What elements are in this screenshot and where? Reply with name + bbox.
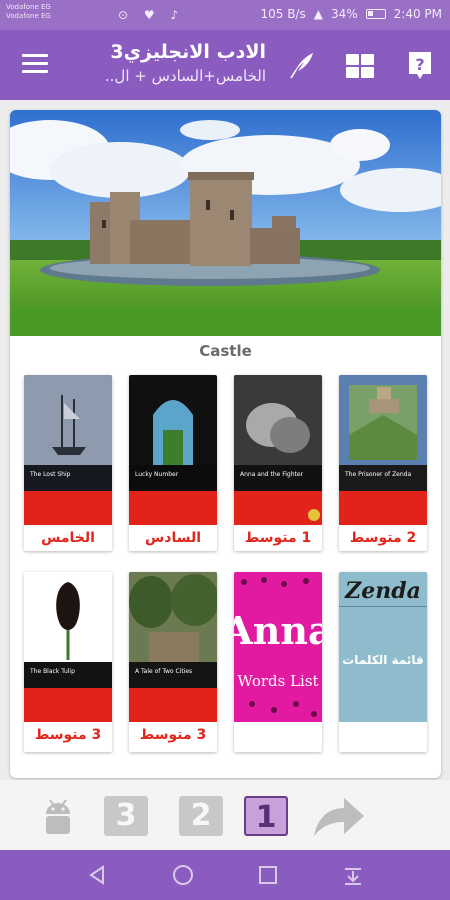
book-card[interactable]: Anna and the Fighter 1 متوسط (234, 375, 322, 551)
grid-icon-cell (346, 67, 359, 78)
forward-button[interactable] (312, 792, 364, 840)
page-3-button[interactable]: 3 (104, 796, 148, 836)
book-label: الخامس (41, 530, 95, 546)
help-icon: ? (409, 52, 431, 79)
book-label: 1 متوسط (244, 530, 312, 546)
content-card: Castle The Prisoner of Zenda 2 متوسط Ann… (10, 110, 441, 778)
book-card[interactable]: Zenda قائمة الكلمات (339, 572, 427, 752)
quill-icon (290, 53, 313, 79)
system-nav-bar (0, 850, 450, 900)
status-right: 105 B/s ▲ 34% 2:40 PM (260, 7, 442, 21)
cover-title: The Prisoner of Zenda (344, 471, 411, 478)
clock: 2:40 PM (393, 7, 442, 21)
book-cover: A Tale of Two Cities (129, 572, 217, 722)
notification-icons: ⊙ ♥ ♪ (118, 8, 185, 22)
book-cover: Anna Words List (234, 572, 322, 722)
notification-pull-icon[interactable] (341, 863, 365, 887)
book-card[interactable]: The Black Tulip 3 متوسط (24, 572, 112, 752)
carrier-line-2: Vodafone EG (6, 12, 51, 20)
quill-button[interactable] (286, 50, 316, 80)
menu-button[interactable] (22, 54, 48, 74)
network-speed: 105 B/s (260, 7, 306, 21)
battery-icon (365, 9, 386, 19)
book-label: 2 متوسط (349, 530, 417, 546)
book-label: 3 متوسط (139, 727, 207, 743)
main-content: Castle The Prisoner of Zenda 2 متوسط Ann… (0, 100, 450, 780)
cover-title: Lucky Number (135, 471, 179, 478)
home-icon[interactable] (171, 863, 195, 887)
bottom-toolbar: 3 2 1 (0, 780, 450, 850)
book-cover: Zenda قائمة الكلمات (339, 572, 427, 722)
book-card[interactable]: Anna Words List (234, 572, 322, 752)
cover-title: Zenda (344, 578, 421, 604)
app-titles: الادب الانجليزي3 الخامس+السادس + ال.. (86, 40, 266, 88)
cover-subtitle: قائمة الكلمات (342, 653, 423, 667)
book-cover: The Lost Ship (24, 375, 112, 525)
cover-title: A Tale of Two Cities (135, 668, 192, 675)
book-card[interactable]: The Lost Ship الخامس (24, 375, 112, 551)
svg-text:?: ? (415, 55, 424, 74)
app-bar: الادب الانجليزي3 الخامس+السادس + ال.. ? (0, 30, 450, 100)
cover-title: The Black Tulip (29, 668, 75, 675)
menu-icon-line (22, 70, 48, 73)
book-cover: The Prisoner of Zenda (339, 375, 427, 525)
grid-icon-cell (361, 67, 374, 78)
cover-subtitle: Words List (237, 672, 318, 690)
castle-image[interactable] (10, 110, 441, 336)
carrier-line-1: Vodafone EG (6, 3, 51, 11)
signal-icon: ▲ (313, 7, 323, 21)
app-subtitle: الخامس+السادس + ال.. (104, 67, 266, 85)
book-cover: Lucky Number (129, 375, 217, 525)
page-1-button[interactable]: 1 (244, 796, 288, 836)
book-label: السادس (144, 530, 202, 546)
battery-percent: 34% (330, 7, 358, 21)
book-card[interactable]: The Prisoner of Zenda 2 متوسط (339, 375, 427, 551)
page-2-button[interactable]: 2 (179, 796, 223, 836)
app-title: الادب الانجليزي3 (110, 41, 266, 63)
book-card[interactable]: Lucky Number السادس (129, 375, 217, 551)
book-cover: The Black Tulip (24, 572, 112, 722)
book-label (234, 722, 322, 748)
grid-icon-cell (346, 54, 359, 65)
menu-icon-line (22, 62, 48, 65)
share-arrow-icon (314, 798, 364, 836)
book-label: 3 متوسط (34, 727, 102, 743)
cover-title: The Lost Ship (29, 471, 71, 478)
carrier-info: Vodafone EG Vodafone EG (6, 3, 51, 21)
android-icon (46, 799, 70, 834)
book-cover: Anna and the Fighter (234, 375, 322, 525)
cover-title: Anna and the Fighter (240, 471, 304, 478)
grid-view-button[interactable] (346, 54, 374, 78)
recents-icon[interactable] (256, 863, 280, 887)
android-button[interactable] (34, 792, 82, 840)
back-icon[interactable] (85, 863, 109, 887)
book-label (339, 722, 427, 748)
menu-icon-line (22, 54, 48, 57)
book-card[interactable]: A Tale of Two Cities 3 متوسط (129, 572, 217, 752)
status-bar: Vodafone EG Vodafone EG ⊙ ♥ ♪ 105 B/s ▲ … (0, 0, 450, 30)
image-caption: Castle (199, 342, 252, 360)
cover-title: Anna (234, 608, 322, 653)
grid-icon-cell (361, 54, 374, 65)
help-button[interactable]: ? (408, 51, 432, 81)
